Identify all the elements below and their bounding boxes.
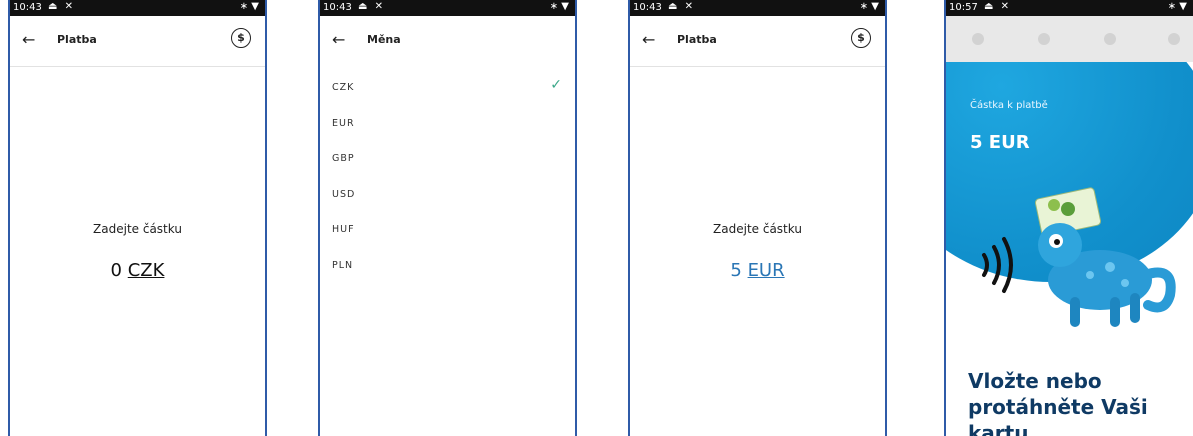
currency-item-gbp[interactable]: GBP (320, 139, 575, 175)
bluetooth-wifi-icon: ∗ ▼ (549, 1, 569, 12)
app-bar: ← Platba $ (630, 16, 885, 67)
status-time: 10:43 (323, 2, 352, 13)
currency-list: CZK ✓ EUR GBP USD HUF PLN (320, 68, 575, 281)
status-bar: 10:43 ⏏ ✕ ∗ ▼ (320, 0, 575, 16)
bluetooth-wifi-icon: ∗ ▼ (859, 1, 879, 12)
notification-icons: ⏏ ✕ (48, 1, 76, 12)
insert-card-instruction: Vložte nebo protáhněte Vaši kartu (968, 368, 1193, 436)
contactless-waves-icon (982, 237, 1013, 293)
amount-currency-link[interactable]: EUR (748, 260, 785, 281)
currency-item-pln[interactable]: PLN (320, 246, 575, 282)
amount-prompt: Zadejte částku (93, 222, 182, 236)
status-bar: 10:43 ⏏ ✕ ∗ ▼ (630, 0, 885, 16)
status-bar: 10:57 ⏏ ✕ ∗ ▼ (946, 0, 1193, 16)
currency-item-eur[interactable]: EUR (320, 104, 575, 140)
chameleon-mascot-icon (1038, 223, 1176, 327)
currency-code: CZK (332, 82, 355, 93)
contactless-chameleon-illustration (982, 187, 1176, 327)
amount-display[interactable]: 5 EUR (630, 260, 885, 281)
currency-code: HUF (332, 224, 355, 235)
currency-item-huf[interactable]: HUF (320, 210, 575, 246)
currency-code: EUR (332, 117, 355, 129)
bluetooth-wifi-icon: ∗ ▼ (1167, 1, 1187, 12)
notification-icons: ⏏ ✕ (668, 1, 696, 12)
phone-screen-payment-eur: 10:43 ⏏ ✕ ∗ ▼ ← Platba $ Zadejte částku … (628, 0, 887, 436)
pin-dot (972, 33, 984, 45)
currency-code: GBP (332, 153, 355, 164)
phone-screen-currency-picker: 10:43 ⏏ ✕ ∗ ▼ ← Měna CZK ✓ EUR GBP USD HU… (318, 0, 577, 436)
app-bar: ← Platba $ (10, 16, 265, 67)
page-title: Měna (367, 33, 401, 46)
phone-screen-insert-card: 10:57 ⏏ ✕ ∗ ▼ Částka k platbě 5 EUR Vlož… (944, 0, 1193, 436)
amount-label: Částka k platbě (970, 100, 1048, 111)
currency-item-usd[interactable]: USD (320, 175, 575, 211)
back-arrow-icon[interactable]: ← (332, 30, 345, 49)
app-bar: ← Měna (320, 16, 575, 68)
amount-value: 5 (730, 260, 742, 281)
status-time: 10:57 (949, 2, 978, 13)
amount-to-pay: 5 EUR (970, 132, 1030, 153)
amount-value: 0 (110, 260, 122, 281)
status-time: 10:43 (633, 2, 662, 13)
pin-dot (1104, 33, 1116, 45)
currency-switch-icon[interactable]: $ (231, 28, 251, 48)
back-arrow-icon[interactable]: ← (642, 30, 655, 49)
page-title: Platba (57, 33, 97, 46)
status-bar: 10:43 ⏏ ✕ ∗ ▼ (10, 0, 265, 16)
checkmark-icon: ✓ (550, 77, 563, 93)
amount-prompt: Zadejte částku (713, 222, 802, 236)
amount-display[interactable]: 0 CZK (10, 260, 265, 281)
bluetooth-wifi-icon: ∗ ▼ (239, 1, 259, 12)
pin-dots-bar (946, 16, 1193, 62)
currency-switch-icon[interactable]: $ (851, 28, 871, 48)
notification-icons: ⏏ ✕ (984, 1, 1012, 12)
back-arrow-icon[interactable]: ← (22, 30, 35, 49)
instruction-line: protáhněte Vaši kartu (968, 395, 1148, 436)
status-time: 10:43 (13, 2, 42, 13)
notification-icons: ⏏ ✕ (358, 1, 386, 12)
currency-code: PLN (332, 259, 354, 271)
instruction-line: Vložte nebo (968, 369, 1102, 393)
pin-dot (1168, 33, 1180, 45)
page-title: Platba (677, 33, 717, 46)
currency-item-czk[interactable]: CZK ✓ (320, 68, 575, 104)
currency-code: USD (332, 188, 356, 200)
phone-screen-payment-czk: 10:43 ⏏ ✕ ∗ ▼ ← Platba $ Zadejte částku … (8, 0, 267, 436)
pin-dot (1038, 33, 1050, 45)
amount-currency-link[interactable]: CZK (128, 260, 165, 281)
